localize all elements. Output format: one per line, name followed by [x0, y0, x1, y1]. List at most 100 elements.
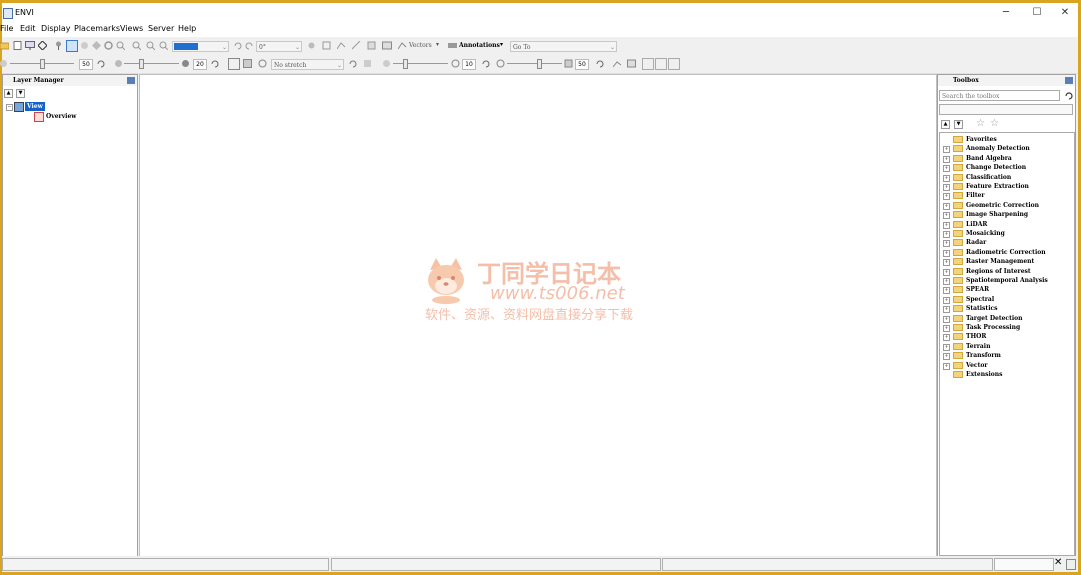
menu-display[interactable]: Display: [41, 24, 71, 33]
expand-icon[interactable]: +: [943, 334, 950, 342]
flicker-icon[interactable]: [655, 58, 667, 70]
menu-file[interactable]: File: [0, 24, 13, 33]
add-favorite-star-icon[interactable]: ☆: [976, 118, 985, 129]
pushpin-icon[interactable]: [54, 41, 63, 50]
expand-icon[interactable]: +: [943, 362, 950, 370]
minimize-button[interactable]: ─: [991, 3, 1021, 23]
contrast-slider[interactable]: [124, 59, 179, 69]
sharpen-value[interactable]: 10: [462, 59, 476, 70]
stretch-dropdown[interactable]: No stretch ⌄: [271, 59, 344, 70]
contrast-slider-knob[interactable]: [139, 59, 144, 69]
data-manager-icon[interactable]: [13, 41, 22, 50]
expand-icon[interactable]: +: [943, 287, 950, 295]
swipe-icon[interactable]: [668, 58, 680, 70]
expand-icon[interactable]: +: [943, 278, 950, 285]
expand-icon[interactable]: +: [943, 193, 950, 201]
expand-icon[interactable]: +: [943, 202, 950, 210]
collapse-all-button[interactable]: ▲: [4, 89, 13, 98]
expand-icon[interactable]: +: [943, 296, 950, 304]
expand-icon[interactable]: +: [943, 249, 950, 257]
expand-icon[interactable]: +: [943, 221, 950, 229]
brightness-slider-knob[interactable]: [40, 59, 45, 69]
attribute-table-icon[interactable]: [382, 41, 392, 50]
expand-icon[interactable]: +: [943, 306, 950, 314]
vectors-icon[interactable]: [398, 41, 407, 50]
refresh-icon[interactable]: [1064, 91, 1073, 100]
expand-icon[interactable]: +: [943, 184, 950, 191]
reset-transparency-icon[interactable]: [595, 59, 604, 68]
sharpen-slider-knob[interactable]: [403, 59, 408, 69]
pin-icon[interactable]: [1065, 77, 1073, 84]
menu-help[interactable]: Help: [178, 24, 196, 33]
annotations-dropdown-arrow[interactable]: ▾: [500, 41, 503, 48]
blend-icon[interactable]: [642, 58, 654, 70]
expand-icon[interactable]: +: [943, 325, 950, 332]
brightness-value[interactable]: 50: [79, 59, 93, 70]
fly-icon[interactable]: [92, 41, 101, 50]
expand-icon[interactable]: +: [943, 268, 950, 276]
pan-cross-icon[interactable]: [38, 41, 47, 50]
close-button[interactable]: ✕: [1050, 3, 1080, 23]
expand-icon[interactable]: +: [943, 165, 950, 173]
expand-icon[interactable]: +: [943, 174, 950, 182]
vector-join-icon[interactable]: [352, 41, 361, 50]
expand-icon[interactable]: +: [943, 343, 950, 351]
profile-icon[interactable]: [613, 59, 622, 68]
expand-icon[interactable]: +: [943, 240, 950, 248]
rotate-right-icon[interactable]: [245, 41, 254, 50]
expand-all-button[interactable]: ▼: [16, 89, 25, 98]
transparency-slider-knob[interactable]: [537, 59, 542, 69]
annotations-icon[interactable]: [448, 41, 457, 50]
zoom-out-icon[interactable]: [146, 41, 155, 50]
image-view[interactable]: 丁同学日记本 www.ts006.net 软件、资源、资料网盘直接分享下载: [139, 74, 937, 557]
reset-contrast-icon[interactable]: [210, 59, 219, 68]
stretch-reset-icon[interactable]: [258, 59, 267, 68]
hand-pan-icon[interactable]: [80, 41, 89, 50]
expand-icon[interactable]: +: [943, 259, 950, 267]
menu-views[interactable]: Views: [120, 24, 143, 33]
toolbox-search-input[interactable]: Search the toolbox: [939, 90, 1060, 101]
pin-icon[interactable]: [127, 77, 135, 84]
contrast-value[interactable]: 20: [193, 59, 207, 70]
zoom-percent-dropdown[interactable]: ⌄: [172, 41, 229, 52]
menu-server[interactable]: Server: [148, 24, 174, 33]
expand-icon[interactable]: +: [943, 353, 950, 361]
transparency-slider[interactable]: [507, 59, 562, 69]
goto-field[interactable]: Go To ⌄: [510, 41, 617, 52]
transparency-value[interactable]: 50: [575, 59, 589, 70]
expand-all-button[interactable]: ▼: [954, 120, 963, 129]
expand-icon[interactable]: +: [943, 231, 950, 238]
vector-edit-icon[interactable]: [322, 41, 331, 50]
vector-create-icon[interactable]: [307, 41, 316, 50]
zoom-fit-icon[interactable]: [159, 41, 168, 50]
cancel-process-icon[interactable]: ✕: [1054, 557, 1062, 569]
vectors-dropdown-arrow[interactable]: ▾: [436, 41, 439, 48]
reset-brightness-icon[interactable]: [96, 59, 105, 68]
vertex-edit-icon[interactable]: [337, 41, 346, 50]
rotation-dropdown[interactable]: 0° ⌄: [256, 41, 302, 52]
view-node[interactable]: View: [25, 102, 45, 111]
refresh-stretch-icon[interactable]: [348, 59, 357, 68]
expand-icon[interactable]: +: [943, 315, 950, 323]
histogram-icon[interactable]: [243, 59, 252, 68]
vectors-label[interactable]: Vectors: [409, 42, 432, 49]
image-info-icon[interactable]: [627, 59, 636, 68]
menu-edit[interactable]: Edit: [20, 24, 36, 33]
vector-split-icon[interactable]: [367, 41, 376, 50]
expand-icon[interactable]: +: [943, 212, 950, 220]
remove-favorite-star-icon[interactable]: ☆: [990, 118, 999, 129]
rotate-icon[interactable]: [104, 41, 113, 50]
zoom-in-icon[interactable]: [132, 41, 141, 50]
stretch-type-icon[interactable]: [228, 58, 240, 70]
zoom-icon[interactable]: [116, 41, 125, 50]
overview-node[interactable]: Overview: [46, 112, 76, 121]
toolbox-results-field[interactable]: [939, 104, 1073, 115]
stretch-settings-icon[interactable]: [363, 59, 372, 68]
reset-sharpen-icon[interactable]: [481, 59, 490, 68]
process-manager-icon[interactable]: [1066, 559, 1076, 570]
rotate-left-icon[interactable]: [233, 41, 242, 50]
collapse-view-toggle[interactable]: −: [6, 104, 13, 111]
annotations-label[interactable]: Annotations: [459, 42, 500, 49]
collapse-all-button[interactable]: ▲: [941, 120, 950, 129]
expand-icon[interactable]: +: [943, 146, 950, 154]
